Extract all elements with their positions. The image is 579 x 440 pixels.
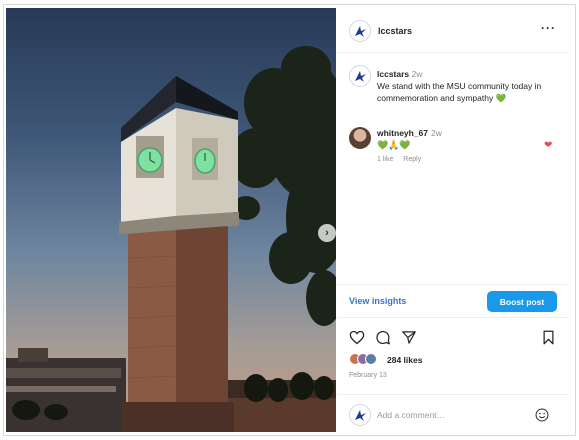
caption-text: We stand with the MSU community today in… bbox=[377, 81, 542, 103]
green-heart-icon: 💚 bbox=[495, 93, 507, 103]
heart-outline-icon[interactable] bbox=[349, 330, 365, 345]
commenter-avatar[interactable] bbox=[349, 127, 371, 149]
comment-icon[interactable] bbox=[375, 330, 391, 345]
lcc-star-logo-icon bbox=[355, 410, 366, 421]
post-panel: lccstars ··· lccstars 2w We stand with t… bbox=[337, 8, 569, 432]
author-avatar[interactable] bbox=[349, 20, 371, 42]
next-photo-button[interactable]: › bbox=[318, 224, 336, 242]
caption-time: 2w bbox=[411, 69, 423, 79]
insights-bar: View insights Boost post bbox=[337, 284, 569, 318]
liker-avatar bbox=[365, 353, 377, 365]
comment-item: whitneyh_67 2w 💚🙏💚 1 like Reply ❤ bbox=[337, 120, 569, 168]
post-header: lccstars ··· bbox=[337, 8, 569, 53]
author-username[interactable]: lccstars bbox=[378, 26, 412, 36]
post-date: February 13 bbox=[349, 372, 387, 379]
add-comment-input[interactable] bbox=[377, 408, 527, 422]
viewer-avatar bbox=[349, 404, 371, 426]
comment-header: whitneyh_67 2w bbox=[377, 128, 442, 138]
boost-post-button[interactable]: Boost post bbox=[487, 291, 557, 312]
post-photo[interactable]: › bbox=[6, 8, 336, 432]
caption-text-block: lccstars 2w We stand with the MSU commun… bbox=[377, 68, 562, 104]
view-insights-link[interactable]: View insights bbox=[349, 296, 406, 306]
heart-filled-icon[interactable]: ❤ bbox=[544, 140, 552, 151]
lcc-star-logo-icon bbox=[355, 26, 366, 37]
caption-avatar[interactable] bbox=[349, 65, 371, 87]
add-comment-bar bbox=[337, 394, 569, 432]
share-icon[interactable] bbox=[401, 330, 417, 345]
clock-tower-image bbox=[6, 46, 336, 432]
lcc-star-logo-icon bbox=[355, 71, 366, 82]
comment-meta: 1 like Reply bbox=[377, 156, 429, 163]
emoji-icon[interactable] bbox=[535, 408, 549, 422]
comment-text: 💚🙏💚 bbox=[377, 140, 411, 150]
likes-count[interactable]: 284 likes bbox=[387, 355, 422, 365]
caption-username[interactable]: lccstars bbox=[377, 69, 409, 79]
comment-reply-link[interactable]: Reply bbox=[403, 156, 421, 163]
comment-likes-link[interactable]: 1 like bbox=[377, 156, 393, 163]
more-options-icon[interactable]: ··· bbox=[541, 21, 556, 35]
action-bar bbox=[337, 324, 569, 354]
bookmark-icon[interactable] bbox=[542, 330, 555, 345]
commenter-username[interactable]: whitneyh_67 bbox=[377, 128, 428, 138]
comment-time: 2w bbox=[431, 128, 442, 138]
